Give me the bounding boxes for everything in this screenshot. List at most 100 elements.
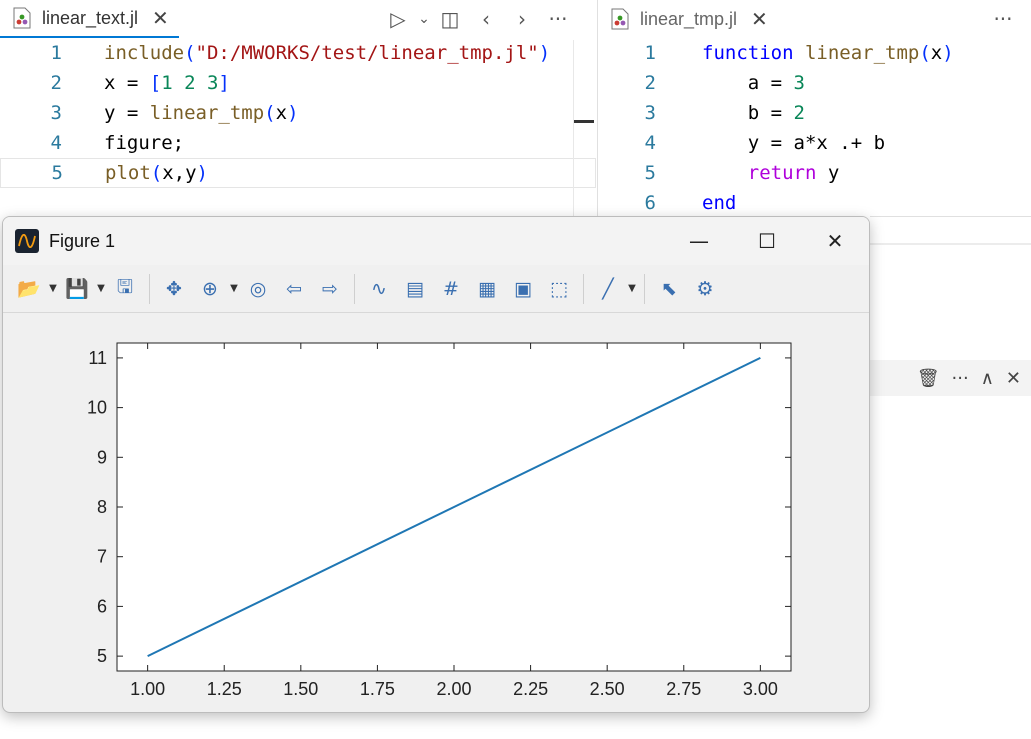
- x-tick-label: 1.75: [360, 679, 395, 699]
- panel-header: 🗑 ··· ∧ ✕: [870, 360, 1031, 396]
- code-line[interactable]: 4 y = a*x .+ b: [598, 128, 1031, 158]
- run-dropdown-icon[interactable]: ⌄: [416, 0, 432, 38]
- y-tick-label: 11: [88, 348, 107, 368]
- zoom-fit-icon[interactable]: ◎: [240, 271, 276, 307]
- properties-icon[interactable]: ▦: [469, 271, 505, 307]
- line-number: 1: [644, 42, 656, 64]
- more-icon[interactable]: ···: [540, 0, 576, 38]
- code-token: (: [150, 162, 163, 184]
- more-icon[interactable]: ···: [985, 0, 1021, 38]
- x-tick-label: 3.00: [743, 679, 778, 699]
- code-token: 3: [793, 72, 805, 94]
- julia-file-icon: [611, 8, 629, 30]
- split-editor-icon[interactable]: ◫: [432, 0, 468, 38]
- y-tick-label: 8: [97, 497, 107, 517]
- right-tabbar: linear_tmp.jl ✕ ···: [598, 0, 1031, 38]
- code-area[interactable]: 1 include("D:/MWORKS/test/linear_tmp.jl")…: [0, 38, 596, 188]
- pan-icon[interactable]: ✥: [156, 271, 192, 307]
- tab-label: linear_text.jl: [42, 7, 139, 28]
- code-token: ): [196, 162, 208, 184]
- legend-icon[interactable]: ▤: [397, 271, 433, 307]
- chevron-up-icon[interactable]: ∧: [981, 368, 994, 389]
- colorbar-icon[interactable]: ▣: [505, 271, 541, 307]
- x-tick-label: 2.50: [590, 679, 625, 699]
- back-icon[interactable]: ‹: [468, 0, 504, 38]
- code-token: ): [287, 102, 299, 124]
- close-icon[interactable]: ✕: [1006, 368, 1021, 389]
- settings-icon[interactable]: ⚙: [687, 271, 723, 307]
- julia-file-icon: [13, 7, 31, 29]
- line-number: 3: [50, 102, 62, 124]
- export-icon[interactable]: 🖫: [107, 271, 143, 307]
- data-cursor-icon[interactable]: ∿: [361, 271, 397, 307]
- code-line[interactable]: 3 y = linear_tmp(x): [0, 98, 596, 128]
- code-token: plot: [105, 162, 151, 184]
- code-token: include: [104, 42, 185, 64]
- close-button[interactable]: ✕: [801, 217, 869, 265]
- minimize-button[interactable]: —: [665, 217, 733, 265]
- save-icon[interactable]: 💾: [59, 271, 95, 307]
- x-tick-label: 1.50: [283, 679, 318, 699]
- code-token: y = a*x .+ b: [702, 132, 886, 154]
- toolbar-separator: [644, 273, 645, 304]
- tab-linear-text[interactable]: linear_text.jl ✕: [0, 0, 179, 38]
- line-style-icon[interactable]: ╱: [590, 271, 626, 307]
- code-line[interactable]: 4 figure;: [0, 128, 596, 158]
- code-line[interactable]: 5 return y: [598, 158, 1031, 188]
- code-line[interactable]: 2 x = [1 2 3]: [0, 68, 596, 98]
- run-icon[interactable]: ▷: [380, 0, 416, 38]
- code-token: (: [919, 42, 931, 64]
- back-icon[interactable]: ⇦: [276, 271, 312, 307]
- code-token: y =: [104, 102, 150, 124]
- code-token: end: [702, 192, 737, 214]
- trash-icon[interactable]: 🗑: [917, 368, 940, 389]
- code-line[interactable]: 2 a = 3: [598, 68, 1031, 98]
- x-tick-label: 1.25: [207, 679, 242, 699]
- close-icon[interactable]: ✕: [751, 7, 768, 31]
- x-tick-label: 2.75: [666, 679, 701, 699]
- pointer-icon[interactable]: ⬉: [651, 271, 687, 307]
- open-icon[interactable]: 📂: [11, 271, 47, 307]
- code-token: x: [930, 42, 943, 64]
- forward-icon[interactable]: ›: [504, 0, 540, 38]
- code-token: b =: [702, 102, 794, 124]
- more-icon[interactable]: ···: [952, 368, 969, 389]
- close-icon[interactable]: ✕: [152, 6, 169, 30]
- code-line[interactable]: 5 plot(x,y): [0, 158, 596, 188]
- x-tick-label: 2.25: [513, 679, 548, 699]
- tab-linear-tmp[interactable]: linear_tmp.jl ✕: [598, 0, 778, 38]
- code-token: x: [275, 102, 288, 124]
- zoom-in-icon[interactable]: ⊕: [192, 271, 228, 307]
- maximize-button[interactable]: ☐: [733, 217, 801, 265]
- toolbar-separator: [354, 273, 355, 304]
- code-token: (: [264, 102, 276, 124]
- dropdown-arrow-icon[interactable]: ▼: [95, 271, 107, 307]
- grid-icon[interactable]: #: [433, 271, 469, 307]
- y-tick-label: 10: [87, 398, 107, 418]
- editor-ruler: [573, 40, 574, 216]
- code-area[interactable]: 1 function linear_tmp(x) 2 a = 33 b = 24 y…: [598, 38, 1031, 218]
- plot-area[interactable]: 1.00 1.25 1.50 1.75 2.00 2.25 2.50 2.75 3.00 5 6 7 8…: [3, 313, 869, 712]
- dropdown-arrow-icon[interactable]: ▼: [47, 271, 59, 307]
- figure-toolbar: 📂 ▼ 💾 ▼ 🖫 ✥ ⊕ ▼ ◎ ⇦ ⇨ ∿ ▤ # ▦ ▣ ⬚ ╱ ▼ ⬉ ⚙: [3, 265, 869, 313]
- code-token: return: [702, 162, 828, 184]
- scroll-indicator[interactable]: [574, 120, 594, 123]
- figure-titlebar[interactable]: Figure 1 — ☐ ✕: [3, 217, 869, 265]
- line-number: 3: [644, 102, 656, 124]
- dropdown-arrow-icon[interactable]: ▼: [228, 271, 240, 307]
- code-line[interactable]: 6 end: [598, 188, 1031, 218]
- tab-label: linear_tmp.jl: [640, 8, 738, 29]
- code-token: function: [702, 42, 805, 64]
- code-line[interactable]: 1 function linear_tmp(x): [598, 38, 1031, 68]
- code-token: linear_tmp: [804, 42, 920, 64]
- forward-icon[interactable]: ⇨: [312, 271, 348, 307]
- code-line[interactable]: 1 include("D:/MWORKS/test/linear_tmp.jl"): [0, 38, 596, 68]
- code-token: y: [827, 162, 840, 184]
- code-token: "D:/MWORKS/test/linear_tmp.jl": [195, 42, 539, 64]
- x-tick-label: 1.00: [130, 679, 165, 699]
- box-icon[interactable]: ⬚: [541, 271, 577, 307]
- line-chart: 1.00 1.25 1.50 1.75 2.00 2.25 2.50 2.75 3.00 5 6 7 8…: [87, 342, 792, 699]
- code-line[interactable]: 3 b = 2: [598, 98, 1031, 128]
- dropdown-arrow-icon[interactable]: ▼: [626, 271, 638, 307]
- code-token: 1 2 3: [161, 72, 219, 94]
